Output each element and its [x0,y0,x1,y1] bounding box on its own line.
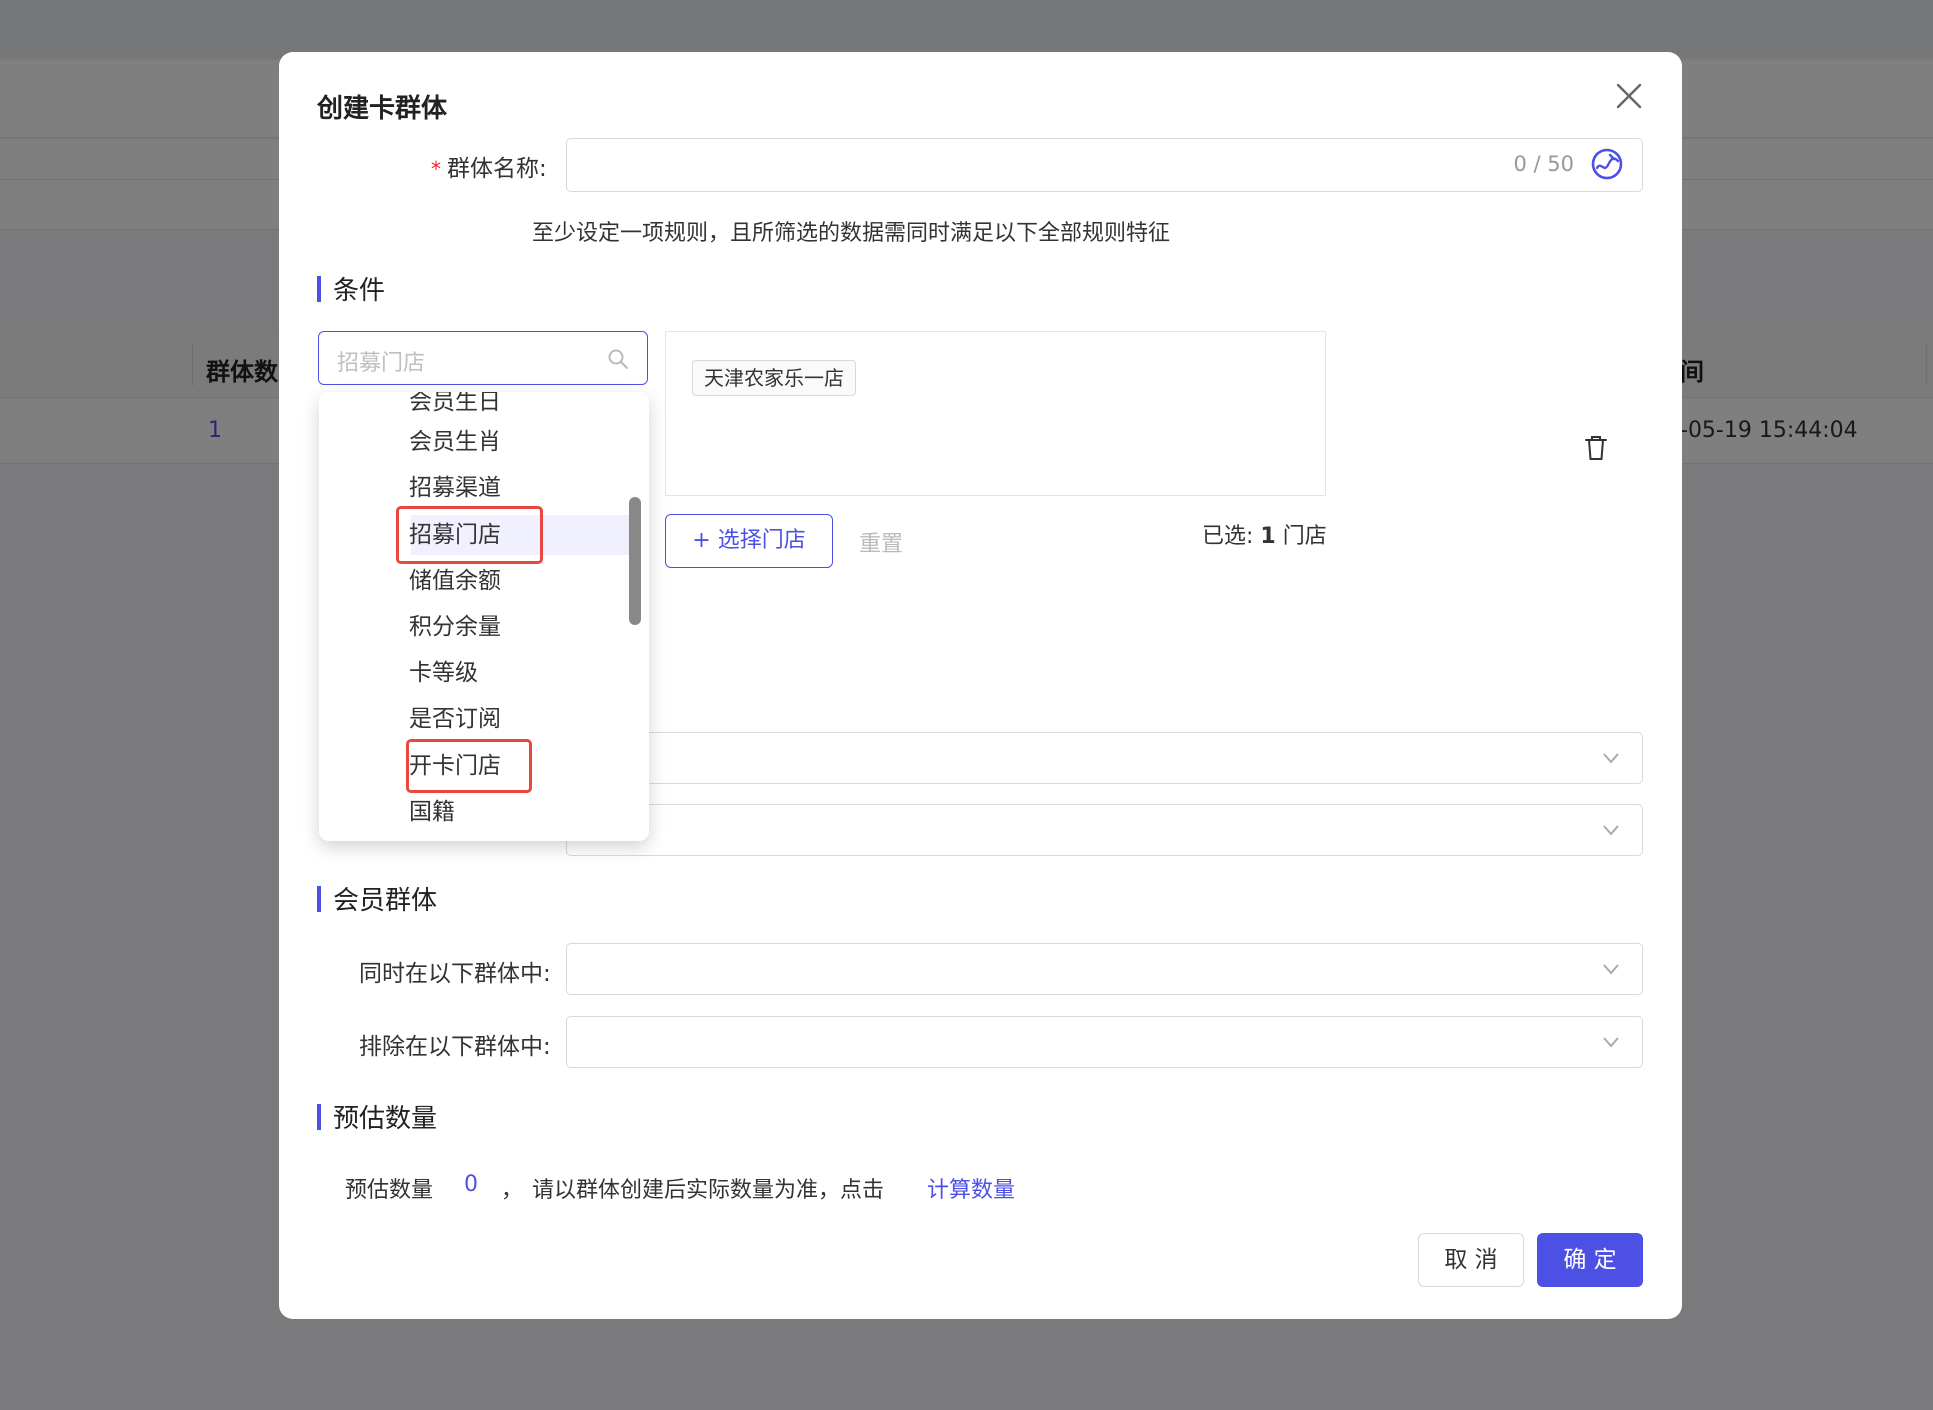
section-conditions: 条件 [317,270,385,307]
highlight-box-recruit-store [396,506,543,564]
group-name-input[interactable]: 0 / 50 [566,138,1643,192]
chevron-down-icon [1603,964,1619,975]
dropdown-item[interactable]: 储值余额 [409,561,501,595]
dropdown-item[interactable]: 积分余量 [409,607,501,641]
exclude-groups-label: 排除在以下群体中: [359,1034,551,1060]
dropdown-item[interactable]: 卡等级 [409,653,478,687]
modal-title: 创建卡群体 [317,94,448,124]
search-icon [608,349,628,369]
condition-select-2[interactable] [566,804,1643,856]
close-icon[interactable] [1614,81,1644,111]
selected-suffix: 门店 [1282,524,1327,549]
select-store-button[interactable]: + 选择门店 [665,514,833,568]
estimate-note: 请以群体创建后实际数量为准，点击 [532,1178,885,1203]
char-count: 0 / 50 [1513,152,1574,176]
dropdown-item[interactable]: 国籍 [409,792,455,826]
estimate-label: 预估数量 [345,1178,434,1203]
condition-search-input[interactable]: 招募门店 [318,331,648,385]
rule-hint: 至少设定一项规则，且所筛选的数据需同时满足以下全部规则特征 [532,221,1171,246]
group-name-label: * 群体名称: [431,149,547,183]
chevron-down-icon [1603,753,1619,764]
cancel-button[interactable]: 取 消 [1418,1233,1524,1287]
chevron-down-icon [1603,825,1619,836]
include-groups-select[interactable] [566,943,1643,995]
translate-icon[interactable] [1590,147,1624,181]
trash-icon[interactable] [1584,435,1608,461]
selected-count-info: 已选: 1 门店 [1202,518,1327,550]
group-name-label-text: 群体名称: [447,156,547,182]
reset-button[interactable]: 重置 [859,526,903,558]
required-star: * [431,157,441,181]
selected-store-box: 天津农家乐一店 [665,331,1326,496]
dropdown-item[interactable]: 是否订阅 [409,699,501,733]
search-placeholder: 招募门店 [337,351,426,376]
highlight-box-open-card-store [406,739,532,793]
condition-select-1[interactable] [566,732,1643,784]
section-estimate: 预估数量 [317,1098,437,1135]
section-member-group: 会员群体 [317,880,437,917]
chevron-down-icon [1603,1037,1619,1048]
store-tag[interactable]: 天津农家乐一店 [692,360,856,396]
dropdown-item[interactable]: 会员生日 [409,392,501,416]
estimate-value: 0 [464,1172,478,1197]
calculate-count-link[interactable]: 计算数量 [927,1172,1015,1204]
dropdown-scrollbar[interactable] [629,497,641,625]
dropdown-item[interactable]: 招募渠道 [409,468,501,502]
dropdown-item[interactable]: 会员生肖 [409,422,501,456]
include-groups-label: 同时在以下群体中: [359,961,551,987]
selected-prefix: 已选: [1202,524,1254,549]
exclude-groups-select[interactable] [566,1016,1643,1068]
selected-count: 1 [1260,524,1276,549]
estimate-separator: ， [501,1178,524,1203]
ok-button[interactable]: 确 定 [1537,1233,1643,1287]
